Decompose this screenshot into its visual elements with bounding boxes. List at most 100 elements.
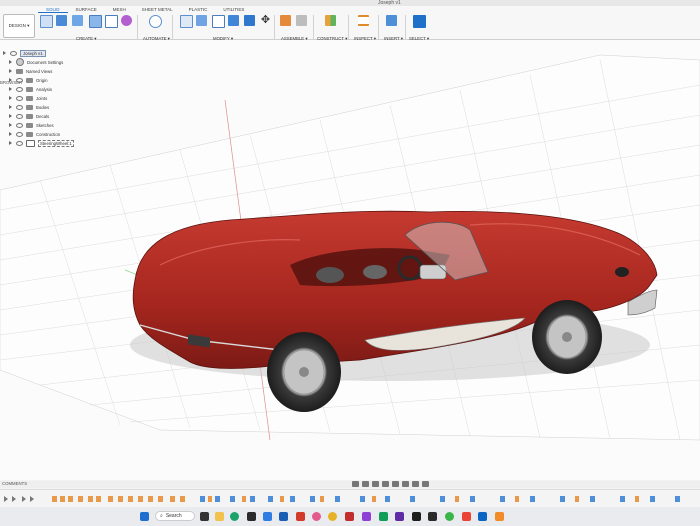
timeline[interactable]: [0, 489, 700, 508]
visibility-eye-icon[interactable]: [16, 122, 23, 128]
game-icon[interactable]: [428, 512, 437, 521]
press-pull-icon[interactable]: [180, 15, 193, 28]
photos-icon[interactable]: [312, 512, 321, 521]
browser-root[interactable]: Joseph v1: [3, 49, 46, 57]
media-icon[interactable]: [362, 512, 371, 521]
expand-icon[interactable]: [9, 132, 12, 136]
hole-icon[interactable]: [89, 15, 102, 28]
browser-item-named-views[interactable]: Named Views: [9, 67, 52, 75]
grid-settings-icon[interactable]: [412, 481, 419, 487]
workspace-switcher-button[interactable]: DESIGN ▾: [3, 14, 35, 38]
capture-icon[interactable]: [412, 512, 421, 521]
chrome-icon[interactable]: [328, 512, 337, 521]
chamfer-icon[interactable]: [212, 15, 225, 28]
extrude-icon[interactable]: [56, 15, 67, 26]
linkedin-icon[interactable]: [478, 512, 487, 521]
mail-icon[interactable]: [279, 512, 288, 521]
expand-icon[interactable]: [9, 69, 12, 73]
measure-icon[interactable]: [358, 15, 369, 26]
folder-icon: [26, 95, 33, 101]
shell-icon[interactable]: [228, 15, 239, 26]
start-menu-icon[interactable]: [140, 512, 149, 521]
new-component-icon[interactable]: [280, 15, 291, 26]
visibility-eye-icon[interactable]: [10, 50, 17, 56]
combine-icon[interactable]: [244, 15, 255, 26]
pan-icon[interactable]: [372, 481, 379, 487]
browser-item-origin[interactable]: Origin: [9, 76, 47, 84]
form-icon[interactable]: [121, 15, 132, 26]
expand-icon[interactable]: [9, 114, 12, 118]
visibility-eye-icon[interactable]: [16, 95, 23, 101]
tab-surface[interactable]: SURFACE: [68, 6, 105, 13]
visibility-eye-icon[interactable]: [16, 113, 23, 119]
browser-root-label[interactable]: Joseph v1: [20, 49, 46, 57]
fit-icon[interactable]: [392, 481, 399, 487]
expand-icon[interactable]: [9, 96, 12, 100]
rear-wheel[interactable]: [267, 332, 341, 412]
autodesk-icon[interactable]: [495, 512, 504, 521]
taskbar-search[interactable]: ⌕ Search: [155, 511, 195, 521]
browser-item-document-settings[interactable]: Document Settings: [9, 58, 63, 66]
expand-icon[interactable]: [9, 123, 12, 127]
browser-item-label: Origin: [36, 77, 48, 83]
visibility-eye-icon[interactable]: [16, 86, 23, 92]
browser-item-decals[interactable]: Decals: [9, 112, 49, 120]
timeline-start-icon: [4, 496, 8, 502]
expand-icon[interactable]: [9, 87, 12, 91]
visibility-eye-icon[interactable]: [16, 140, 23, 146]
task-view-icon[interactable]: [200, 512, 209, 521]
expand-icon[interactable]: [9, 78, 12, 82]
tab-mesh[interactable]: MESH: [105, 6, 134, 13]
automate-icon[interactable]: [149, 15, 162, 28]
joint-icon[interactable]: [296, 15, 307, 26]
browser-item-label: Sketches: [36, 122, 54, 128]
browser-item-construction[interactable]: Construction: [9, 130, 60, 138]
store-icon[interactable]: [263, 512, 272, 521]
create-sketch-icon[interactable]: [40, 15, 53, 28]
look-at-icon[interactable]: [362, 481, 369, 487]
expand-icon[interactable]: [3, 51, 6, 55]
front-wheel[interactable]: [532, 300, 602, 374]
zoom-icon[interactable]: [382, 481, 389, 487]
browser-item-steering-wheel[interactable]: SteeringWheel:1: [9, 139, 74, 147]
expand-icon[interactable]: [9, 105, 12, 109]
browser-item-analysis[interactable]: Analysis: [9, 85, 52, 93]
calendar-icon[interactable]: [462, 512, 471, 521]
app-icon[interactable]: [395, 512, 404, 521]
move-copy-icon[interactable]: ✥: [260, 15, 271, 26]
browser-item-bodies[interactable]: Bodies: [9, 103, 49, 111]
visibility-eye-icon[interactable]: [16, 131, 23, 137]
display-settings-icon[interactable]: [402, 481, 409, 487]
wps-icon[interactable]: [345, 512, 354, 521]
file-explorer-icon[interactable]: [215, 512, 224, 521]
browser-item-label: Bodies: [36, 104, 50, 110]
expand-icon[interactable]: [9, 141, 12, 145]
tab-sheet-metal[interactable]: SHEET METAL: [134, 6, 181, 13]
taskbar-search-label: Search: [165, 513, 182, 519]
pattern-icon[interactable]: [105, 15, 118, 28]
orbit-icon[interactable]: [352, 481, 359, 487]
revolve-icon[interactable]: [72, 15, 83, 26]
chat-icon[interactable]: [379, 512, 388, 521]
browser-item-joints[interactable]: Joints: [9, 94, 47, 102]
browser-item-sketches[interactable]: Sketches: [9, 121, 54, 129]
fillet-icon[interactable]: [196, 15, 207, 26]
offset-plane-icon[interactable]: [325, 15, 336, 26]
terminal-icon[interactable]: [247, 512, 256, 521]
search-icon: ⌕: [160, 513, 163, 519]
select-icon[interactable]: [413, 15, 426, 28]
fusion-app-icon[interactable]: [296, 512, 305, 521]
notes-icon[interactable]: [445, 512, 454, 521]
viewports-icon[interactable]: [422, 481, 429, 487]
edge-browser-icon[interactable]: [230, 512, 239, 521]
expand-icon[interactable]: [9, 60, 12, 64]
tab-plastic[interactable]: PLASTIC: [181, 6, 216, 13]
model-viewport[interactable]: BROWSER Joseph v1 Document Settings Name…: [0, 40, 700, 480]
visibility-eye-icon[interactable]: [16, 104, 23, 110]
tab-utilities[interactable]: UTILITIES: [215, 6, 252, 13]
tab-solid[interactable]: SOLID: [38, 6, 68, 13]
folder-icon: [26, 104, 33, 110]
comments-panel[interactable]: COMMENTS: [0, 481, 700, 488]
insert-image-icon[interactable]: [386, 15, 397, 26]
visibility-eye-icon[interactable]: [16, 77, 23, 83]
